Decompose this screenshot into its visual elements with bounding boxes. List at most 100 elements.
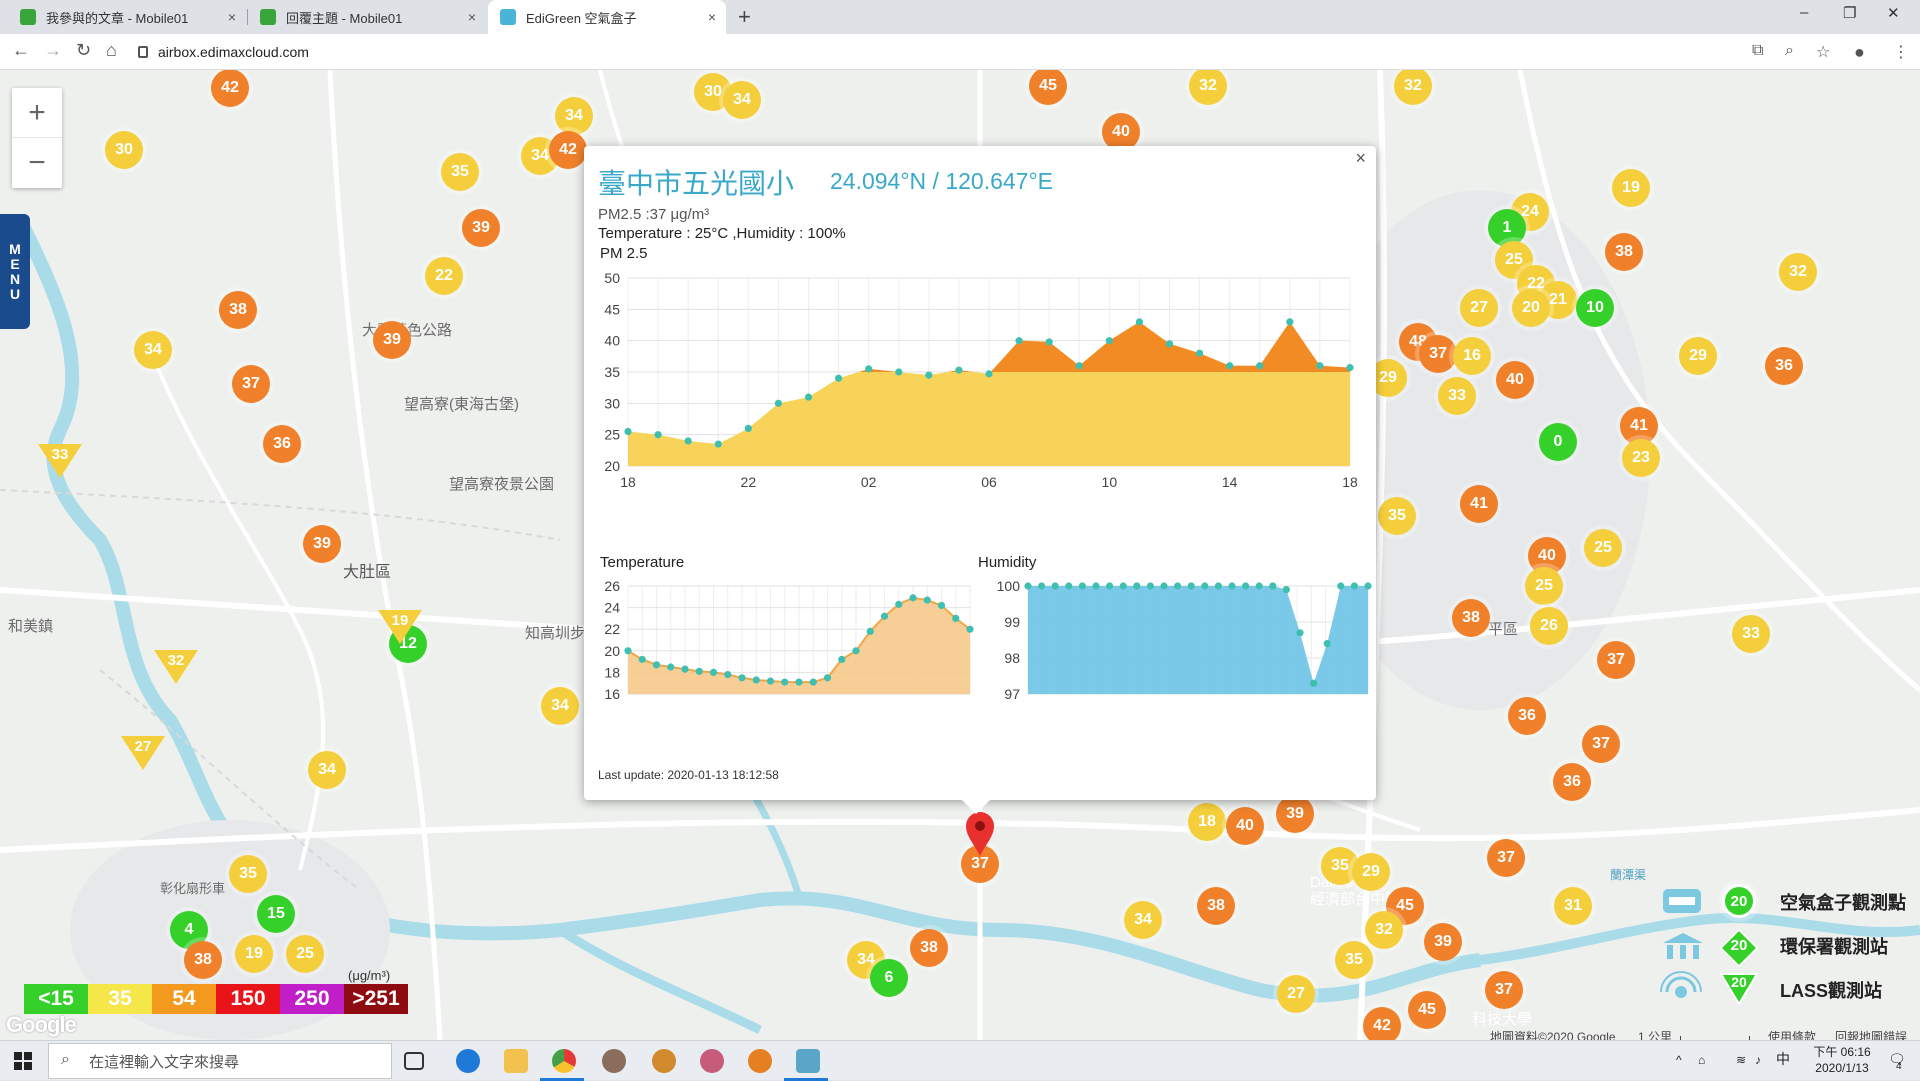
app-icon[interactable] [602,1049,626,1073]
aqi-marker[interactable]: 42 [1363,1007,1401,1040]
aqi-marker[interactable]: 29 [1352,853,1390,891]
forward-arrow-icon[interactable]: → [44,40,62,61]
aqi-marker[interactable]: 19 [235,935,273,973]
url-bar[interactable]: airbox.edimaxcloud.com [138,38,1758,66]
terms-link[interactable]: 使用條款 [1768,1028,1816,1040]
aqi-marker[interactable]: 37 [1487,839,1525,877]
zoom-out-button[interactable]: − [12,138,62,188]
volume-icon[interactable]: ♪ [1755,1052,1761,1068]
zoom-icon[interactable]: ⌕ [1785,42,1794,60]
aqi-marker[interactable]: 35 [229,855,267,893]
lass-marker[interactable]: 19 [378,610,422,644]
aqi-marker[interactable]: 25 [286,935,324,973]
aqi-marker[interactable]: 39 [1424,923,1462,961]
aqi-marker[interactable]: 36 [263,425,301,463]
aqi-marker[interactable]: 36 [1508,697,1546,735]
network-icon[interactable]: ⌂ [1698,1052,1705,1068]
aqi-marker[interactable]: 38 [1197,887,1235,925]
aqi-marker[interactable]: 23 [1622,439,1660,477]
lass-marker[interactable]: 33 [38,444,82,478]
aqi-marker[interactable]: 33 [1438,377,1476,415]
aqi-marker[interactable]: 32 [1365,911,1403,949]
reload-icon[interactable]: ↻ [76,40,91,61]
aqi-marker[interactable]: 34 [555,97,593,135]
task-view-icon[interactable] [404,1052,424,1070]
close-tab-icon[interactable]: × [708,9,716,25]
close-window-button[interactable]: ✕ [1887,4,1900,22]
zoom-in-button[interactable]: + [12,88,62,138]
aqi-marker[interactable]: 40 [1226,807,1264,845]
aqi-marker[interactable]: 34 [723,81,761,119]
aqi-marker[interactable]: 26 [1530,607,1568,645]
aqi-marker[interactable]: 22 [425,257,463,295]
aqi-marker[interactable]: 18 [1188,803,1226,841]
tab-mobile01-articles[interactable]: 我參與的文章 - Mobile01 × [8,0,246,34]
aqi-marker[interactable]: 29 [1679,337,1717,375]
profile-icon[interactable]: ● [1854,42,1865,63]
aqi-marker[interactable]: 34 [1124,901,1162,939]
aqi-marker[interactable]: 25 [1525,567,1563,605]
aqi-marker[interactable]: 39 [1276,795,1314,833]
close-popup-button[interactable]: × [1355,148,1366,169]
aqi-marker[interactable]: 34 [308,751,346,789]
aqi-marker[interactable]: 20 [1512,289,1550,327]
aqi-marker[interactable]: 36 [1553,763,1591,801]
file-explorer-icon[interactable] [504,1049,528,1073]
back-arrow-icon[interactable]: ← [12,40,30,61]
aqi-marker[interactable]: 25 [1584,529,1622,567]
aqi-marker[interactable]: 34 [134,331,172,369]
tab-mobile01-reply[interactable]: 回覆主題 - Mobile01 × [248,0,486,34]
aqi-marker[interactable]: 42 [549,131,587,169]
aqi-marker[interactable]: 6 [870,959,908,997]
aqi-marker[interactable]: 45 [1408,991,1446,1029]
aqi-marker[interactable]: 35 [1335,941,1373,979]
aqi-marker[interactable]: 39 [462,209,500,247]
windows-start-icon[interactable] [14,1052,32,1070]
aqi-marker[interactable]: 38 [219,291,257,329]
home-icon[interactable]: ⌂ [106,40,117,61]
aqi-marker[interactable]: 35 [1378,497,1416,535]
new-tab-button[interactable]: + [738,4,751,30]
aqi-marker[interactable]: 0 [1539,423,1577,461]
aqi-marker[interactable]: 36 [1765,347,1803,385]
tab-edigreen-airbox[interactable]: EdiGreen 空氣盒子 × [488,0,726,34]
clock[interactable]: 下午 06:16 2020/1/13 [1800,1044,1884,1076]
aqi-marker[interactable]: 16 [1453,337,1491,375]
aqi-marker[interactable]: 39 [373,321,411,359]
aqi-marker[interactable]: 27 [1277,975,1315,1013]
chrome-icon[interactable] [552,1049,576,1073]
report-error-link[interactable]: 回報地圖錯誤 [1835,1028,1907,1040]
side-menu-button[interactable]: M E N U [0,214,30,329]
aqi-marker[interactable]: 37 [1597,641,1635,679]
more-menu-icon[interactable]: ⋮ [1893,42,1909,62]
aqi-marker[interactable]: 33 [1732,615,1770,653]
aqi-marker[interactable]: 42 [211,70,249,107]
taskbar-search-box[interactable]: ⌕ 在這裡輸入文字來搜尋 [48,1043,392,1079]
aqi-marker[interactable]: 19 [1612,169,1650,207]
edge-browser-icon[interactable] [456,1049,480,1073]
close-tab-icon[interactable]: × [228,9,236,25]
tray-chevron-icon[interactable]: ^ [1676,1052,1682,1068]
aqi-marker[interactable]: 32 [1779,253,1817,291]
aqi-marker[interactable]: 31 [1554,887,1592,925]
minimize-button[interactable]: – [1800,4,1808,21]
selected-location-pin-icon[interactable] [964,810,996,858]
aqi-marker[interactable]: 34 [541,687,579,725]
aqi-marker[interactable]: 37 [1419,335,1457,373]
bookmark-star-icon[interactable]: ☆ [1816,42,1830,62]
app-icon[interactable] [700,1049,724,1073]
lass-marker[interactable]: 27 [121,736,165,770]
aqi-marker[interactable]: 15 [257,895,295,933]
aqi-marker[interactable]: 38 [1605,233,1643,271]
wifi-icon[interactable]: ≋ [1736,1052,1746,1068]
app-icon[interactable] [652,1049,676,1073]
translate-icon[interactable]: ⧉ [1752,42,1763,60]
aqi-marker[interactable]: 37 [1582,725,1620,763]
aqi-marker[interactable]: 38 [1452,599,1490,637]
close-tab-icon[interactable]: × [468,9,476,25]
aqi-marker[interactable]: 41 [1460,485,1498,523]
aqi-marker[interactable]: 10 [1576,289,1614,327]
aqi-marker[interactable]: 37 [232,365,270,403]
ime-indicator[interactable]: 中 [1776,1051,1790,1067]
aqi-marker[interactable]: 40 [1496,361,1534,399]
